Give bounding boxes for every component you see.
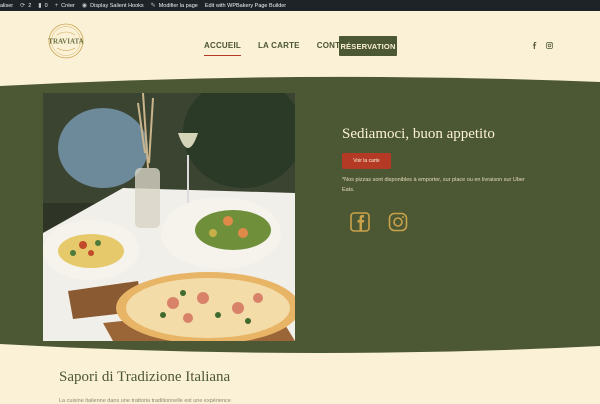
admin-wpbakery[interactable]: Edit with WPBakery Page Builder [205, 3, 286, 9]
reservation-button[interactable]: RÉSERVATION [339, 36, 397, 56]
admin-salient-hooks[interactable]: ◉ Display Salient Hooks [81, 2, 144, 10]
facebook-icon[interactable] [531, 42, 538, 51]
instagram-icon[interactable] [388, 212, 408, 232]
eye-icon: ◉ [81, 3, 88, 9]
hero-note: *Nos pizzas sont disponibles à emporter,… [342, 177, 525, 193]
instagram-icon[interactable] [546, 42, 553, 51]
nav-accueil[interactable]: ACCUEIL [204, 41, 241, 56]
plus-icon: + [54, 2, 59, 9]
hero-title: Sediamoci, buon appetito [342, 126, 495, 142]
section-title: Sapori di Tradizione Italiana [59, 369, 231, 385]
nav-la-carte[interactable]: LA CARTE [258, 41, 300, 50]
logo[interactable]: TRAVIATA [46, 21, 86, 61]
hero-food-image [43, 93, 295, 341]
admin-bar: aliser ⟳ 2 ▮ 0 + Créer ◉ Display Salient Hoo… [0, 0, 600, 11]
site-header: TRAVIATA ACCUEIL LA CARTE CONTACT RÉSERV… [0, 11, 600, 81]
hero-social [350, 212, 408, 232]
view-menu-button[interactable]: Voir la carte [342, 153, 391, 169]
admin-updates[interactable]: ⟳ 2 [20, 2, 31, 10]
logo-text: TRAVIATA [48, 38, 83, 46]
pencil-icon: ✎ [150, 3, 156, 9]
header-social [531, 42, 553, 51]
updates-icon: ⟳ [20, 3, 26, 9]
admin-customize[interactable]: aliser [0, 3, 13, 9]
admin-comments[interactable]: ▮ 0 [38, 2, 47, 10]
comments-icon: ▮ [38, 3, 42, 9]
facebook-icon[interactable] [350, 212, 370, 232]
admin-new[interactable]: + Créer [55, 3, 75, 9]
admin-edit-page[interactable]: ✎ Modifier la page [150, 2, 198, 10]
logo-emblem-icon: TRAVIATA [48, 23, 84, 59]
section-text: La cuisine italienne dans une trattoria … [59, 398, 231, 404]
